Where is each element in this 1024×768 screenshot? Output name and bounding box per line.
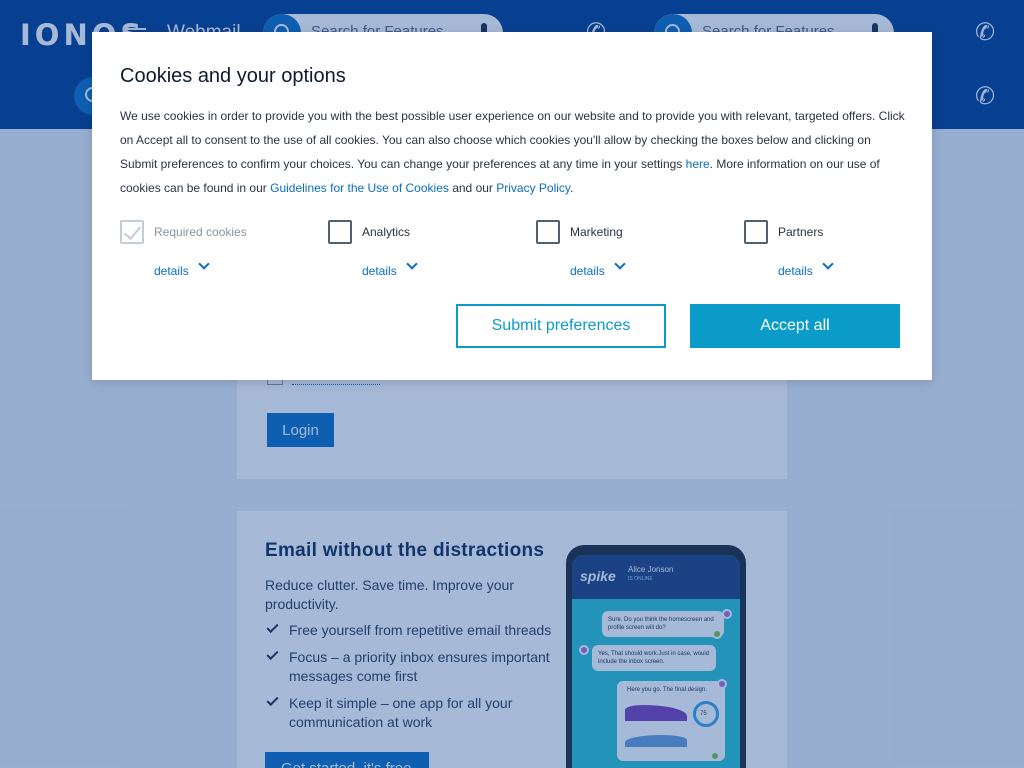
details-link[interactable]: details bbox=[362, 264, 397, 278]
option-label[interactable]: Analytics bbox=[362, 225, 410, 239]
partners-checkbox[interactable] bbox=[744, 220, 768, 244]
chevron-down-icon[interactable] bbox=[198, 258, 210, 270]
accept-all-button[interactable]: Accept all bbox=[690, 304, 900, 348]
submit-preferences-button[interactable]: Submit preferences bbox=[456, 304, 666, 348]
settings-here-link[interactable]: here bbox=[686, 157, 710, 171]
dialog-body-text: We use cookies in order to provide you w… bbox=[120, 109, 905, 195]
cookie-option-marketing: Marketing details bbox=[536, 220, 736, 280]
required-cookies-checkbox bbox=[120, 220, 144, 244]
cookie-option-required: Required cookies details bbox=[120, 220, 320, 280]
chevron-down-icon[interactable] bbox=[614, 258, 626, 270]
option-label[interactable]: Partners bbox=[778, 225, 823, 239]
marketing-checkbox[interactable] bbox=[536, 220, 560, 244]
chevron-down-icon[interactable] bbox=[822, 258, 834, 270]
cookie-guidelines-link[interactable]: Guidelines for the Use of Cookies bbox=[270, 181, 449, 195]
privacy-policy-link[interactable]: Privacy Policy bbox=[496, 181, 570, 195]
details-link[interactable]: details bbox=[570, 264, 605, 278]
cookie-consent-dialog: Cookies and your options We use cookies … bbox=[92, 32, 932, 380]
cookie-option-partners: Partners details bbox=[744, 220, 944, 280]
option-label[interactable]: Marketing bbox=[570, 225, 623, 239]
details-link[interactable]: details bbox=[154, 264, 189, 278]
cookie-option-analytics: Analytics details bbox=[328, 220, 528, 280]
analytics-checkbox[interactable] bbox=[328, 220, 352, 244]
details-link[interactable]: details bbox=[778, 264, 813, 278]
dialog-title: Cookies and your options bbox=[120, 65, 346, 87]
chevron-down-icon[interactable] bbox=[406, 258, 418, 270]
option-label: Required cookies bbox=[154, 225, 247, 239]
